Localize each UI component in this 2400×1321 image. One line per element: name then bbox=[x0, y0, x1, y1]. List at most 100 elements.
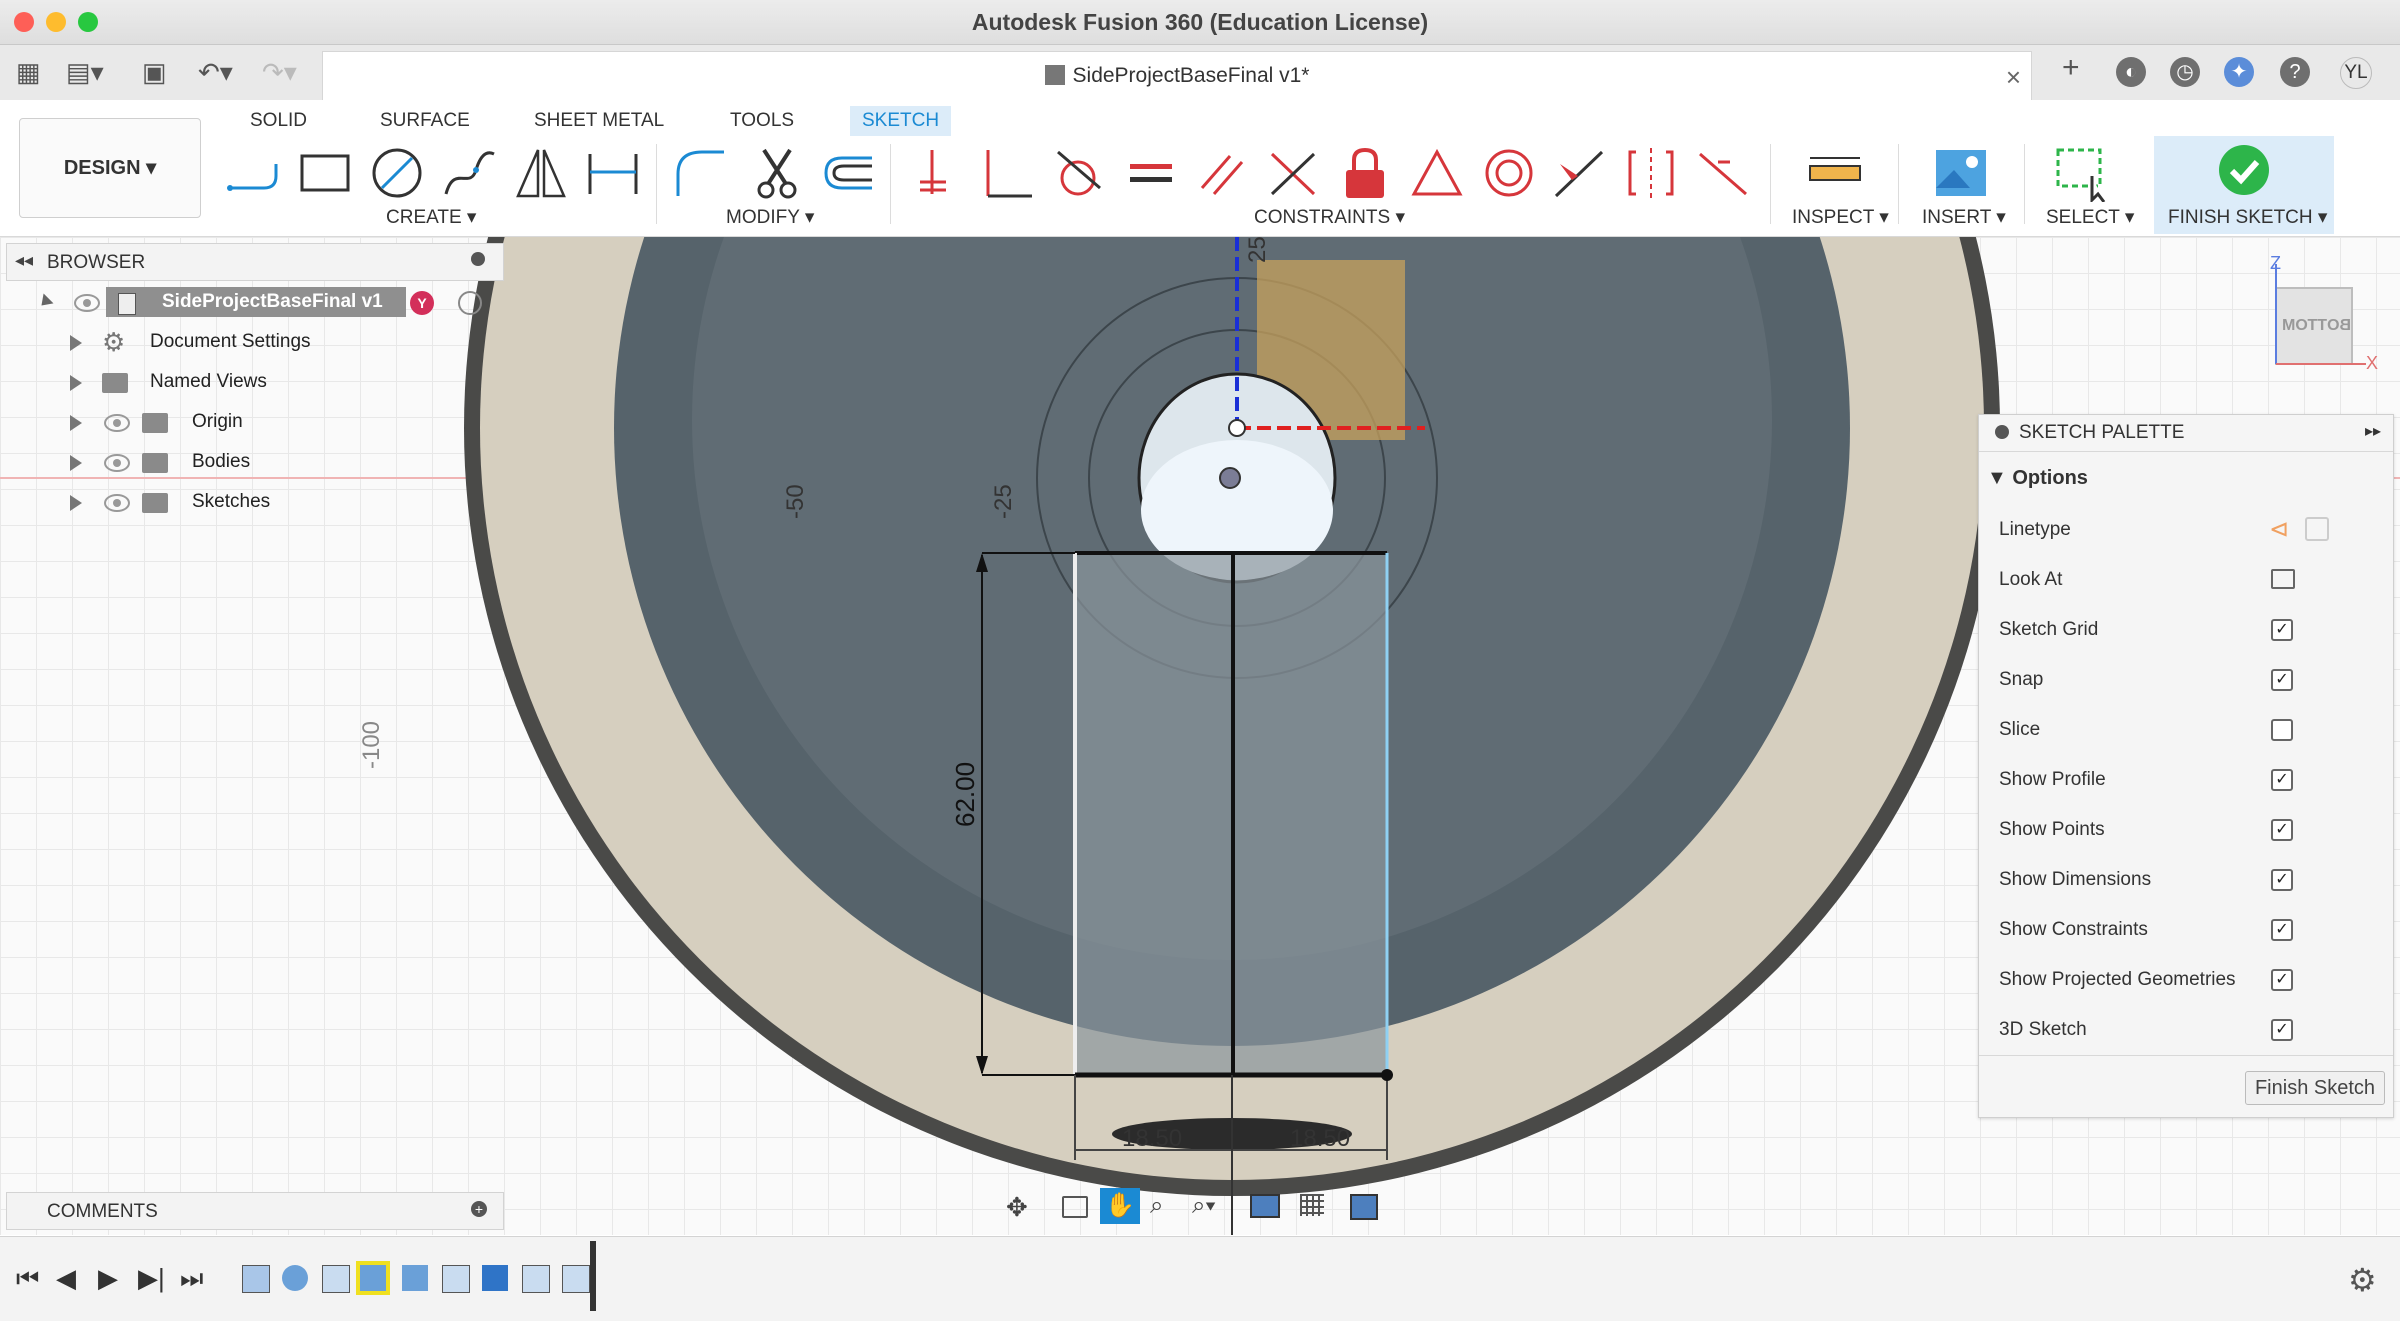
concentric-constraint-icon[interactable] bbox=[1480, 144, 1538, 202]
close-tab-icon[interactable]: × bbox=[2006, 62, 2021, 93]
parallel-constraint-icon[interactable] bbox=[1194, 144, 1252, 202]
timeline-extrude-feature-icon[interactable] bbox=[482, 1265, 508, 1291]
expand-arrow-icon[interactable] bbox=[70, 495, 82, 511]
rectangle-tool-icon[interactable] bbox=[296, 144, 354, 202]
palette-finish-sketch-button[interactable]: Finish Sketch bbox=[2245, 1071, 2385, 1105]
finish-sketch-button[interactable]: FINISH SKETCH ▾ bbox=[2154, 136, 2334, 234]
select-menu[interactable]: SELECT ▾ bbox=[2046, 206, 2134, 229]
step-forward-icon[interactable]: ▶| bbox=[138, 1265, 165, 1291]
timeline-feature-icon[interactable] bbox=[402, 1265, 428, 1291]
timeline-sketch-feature-icon[interactable] bbox=[522, 1265, 550, 1293]
browser-options-icon[interactable] bbox=[471, 252, 485, 266]
spline-tool-icon[interactable] bbox=[440, 144, 498, 202]
dimension-label-left[interactable]: 18.50 bbox=[1122, 1125, 1182, 1153]
look-at-icon[interactable] bbox=[2271, 569, 2295, 589]
file-menu-icon[interactable]: ▤▾ bbox=[66, 57, 104, 87]
slice-checkbox[interactable] bbox=[2271, 719, 2293, 741]
timeline-sketch-feature-icon[interactable] bbox=[562, 1265, 590, 1293]
tab-solid[interactable]: SOLID bbox=[238, 106, 319, 136]
offset-tool-icon[interactable] bbox=[818, 144, 876, 202]
linetype-construction-icon[interactable]: ⊲ bbox=[2269, 515, 2289, 544]
display-settings-icon[interactable] bbox=[1250, 1194, 1280, 1218]
snap-checkbox[interactable]: ✓ bbox=[2271, 669, 2293, 691]
timeline-sketch-feature-icon[interactable] bbox=[322, 1265, 350, 1293]
show-constraints-checkbox[interactable]: ✓ bbox=[2271, 919, 2293, 941]
fix-lock-icon[interactable] bbox=[1336, 144, 1394, 202]
symmetry-constraint-icon[interactable] bbox=[1264, 144, 1322, 202]
app-grid-icon[interactable]: ▦ bbox=[16, 57, 41, 87]
insert-menu[interactable]: INSERT ▾ bbox=[1922, 206, 2006, 229]
measure-ruler-icon[interactable] bbox=[1806, 144, 1864, 202]
go-to-end-icon[interactable]: ⏭ bbox=[180, 1265, 203, 1291]
timeline-sketch-feature-icon[interactable] bbox=[242, 1265, 270, 1293]
tab-tools[interactable]: TOOLS bbox=[718, 106, 806, 136]
expand-arrow-icon[interactable] bbox=[70, 455, 82, 471]
show-dimensions-checkbox[interactable]: ✓ bbox=[2271, 869, 2293, 891]
visibility-eye-icon[interactable] bbox=[104, 454, 130, 472]
browser-item-origin[interactable]: Origin bbox=[6, 405, 502, 443]
tab-sketch[interactable]: SKETCH bbox=[850, 106, 952, 136]
coincident-constraint-icon[interactable] bbox=[906, 144, 964, 202]
expand-arrow-icon[interactable] bbox=[70, 335, 82, 351]
timeline-extrude-feature-icon[interactable] bbox=[356, 1261, 390, 1295]
trim-scissors-icon[interactable] bbox=[748, 144, 806, 202]
visibility-eye-icon[interactable] bbox=[74, 294, 100, 312]
constraints-menu[interactable]: CONSTRAINTS ▾ bbox=[1254, 206, 1405, 229]
zoom-icon[interactable]: ⌕ bbox=[1150, 1192, 1163, 1220]
modify-menu[interactable]: MODIFY ▾ bbox=[726, 206, 814, 229]
expand-arrow-icon[interactable] bbox=[70, 375, 82, 391]
midpoint-constraint-icon[interactable] bbox=[1550, 144, 1608, 202]
viewcube-face-label[interactable]: BOTTOM bbox=[2282, 317, 2351, 335]
line-tool-icon[interactable] bbox=[224, 144, 282, 202]
dimension-label-height[interactable]: 62.00 bbox=[950, 762, 981, 827]
workspace-switcher[interactable]: DESIGN ▾ bbox=[19, 118, 201, 218]
triangle-constraint-icon[interactable] bbox=[1408, 144, 1466, 202]
help-icon[interactable]: ? bbox=[2280, 57, 2310, 87]
fillet-tool-icon[interactable] bbox=[670, 144, 728, 202]
sketch-palette-header[interactable]: SKETCH PALETTE ▸▸ bbox=[1979, 415, 2393, 452]
create-menu[interactable]: CREATE ▾ bbox=[386, 206, 476, 229]
browser-header[interactable]: ◂◂ BROWSER bbox=[6, 243, 504, 281]
step-back-icon[interactable]: ◀ bbox=[56, 1265, 76, 1291]
play-icon[interactable]: ▶ bbox=[98, 1265, 118, 1291]
browser-item-document-settings[interactable]: ⚙ Document Settings bbox=[6, 325, 502, 363]
comments-panel[interactable]: COMMENTS + bbox=[6, 1192, 504, 1230]
show-projected-geometries-checkbox[interactable]: ✓ bbox=[2271, 969, 2293, 991]
perpendicular-constraint-icon[interactable] bbox=[978, 144, 1036, 202]
undo-icon[interactable]: ↶▾ bbox=[198, 57, 233, 87]
horizontal-vertical-constraint-icon[interactable] bbox=[1622, 144, 1680, 202]
fit-view-icon[interactable]: ⌕▾ bbox=[1192, 1192, 1216, 1220]
visibility-eye-icon[interactable] bbox=[104, 414, 130, 432]
circle-tool-icon[interactable] bbox=[368, 144, 426, 202]
grid-settings-icon[interactable] bbox=[1300, 1194, 1324, 1216]
show-profile-checkbox[interactable]: ✓ bbox=[2271, 769, 2293, 791]
visibility-eye-icon[interactable] bbox=[104, 494, 130, 512]
pan-hand-icon[interactable]: ✋ bbox=[1100, 1188, 1140, 1224]
linetype-centerline-icon[interactable] bbox=[2305, 517, 2329, 541]
viewports-icon[interactable] bbox=[1350, 1194, 1378, 1220]
tab-surface[interactable]: SURFACE bbox=[368, 106, 482, 136]
show-points-checkbox[interactable]: ✓ bbox=[2271, 819, 2293, 841]
equal-constraint-icon[interactable] bbox=[1122, 144, 1180, 202]
browser-root-row[interactable]: SideProjectBaseFinal v1 Y bbox=[6, 285, 502, 323]
dimension-tool-icon[interactable] bbox=[584, 144, 642, 202]
dimension-label-right[interactable]: 18.50 bbox=[1290, 1125, 1350, 1153]
3d-sketch-checkbox[interactable]: ✓ bbox=[2271, 1019, 2293, 1041]
notifications-icon[interactable]: ✦ bbox=[2224, 57, 2254, 87]
redo-icon[interactable]: ↷▾ bbox=[262, 57, 297, 87]
insert-image-icon[interactable] bbox=[1932, 144, 1990, 202]
sketch-grid-checkbox[interactable]: ✓ bbox=[2271, 619, 2293, 641]
job-status-icon[interactable]: ◷ bbox=[2170, 57, 2200, 87]
inspect-menu[interactable]: INSPECT ▾ bbox=[1792, 206, 1889, 229]
look-at-view-icon[interactable] bbox=[1062, 1196, 1088, 1218]
go-to-start-icon[interactable]: ⏮ bbox=[16, 1265, 39, 1291]
account-avatar[interactable]: YL bbox=[2340, 57, 2372, 89]
browser-item-named-views[interactable]: Named Views bbox=[6, 365, 502, 403]
gear-icon[interactable]: ⚙ bbox=[2348, 1261, 2377, 1299]
orbit-icon[interactable]: ✥ bbox=[1006, 1192, 1028, 1223]
collapse-icon[interactable] bbox=[1995, 425, 2009, 439]
mirror-tool-icon[interactable] bbox=[512, 144, 570, 202]
tab-sheet-metal[interactable]: SHEET METAL bbox=[522, 106, 676, 136]
activate-radio-icon[interactable] bbox=[458, 291, 482, 315]
expand-arrow-icon[interactable] bbox=[36, 293, 54, 311]
